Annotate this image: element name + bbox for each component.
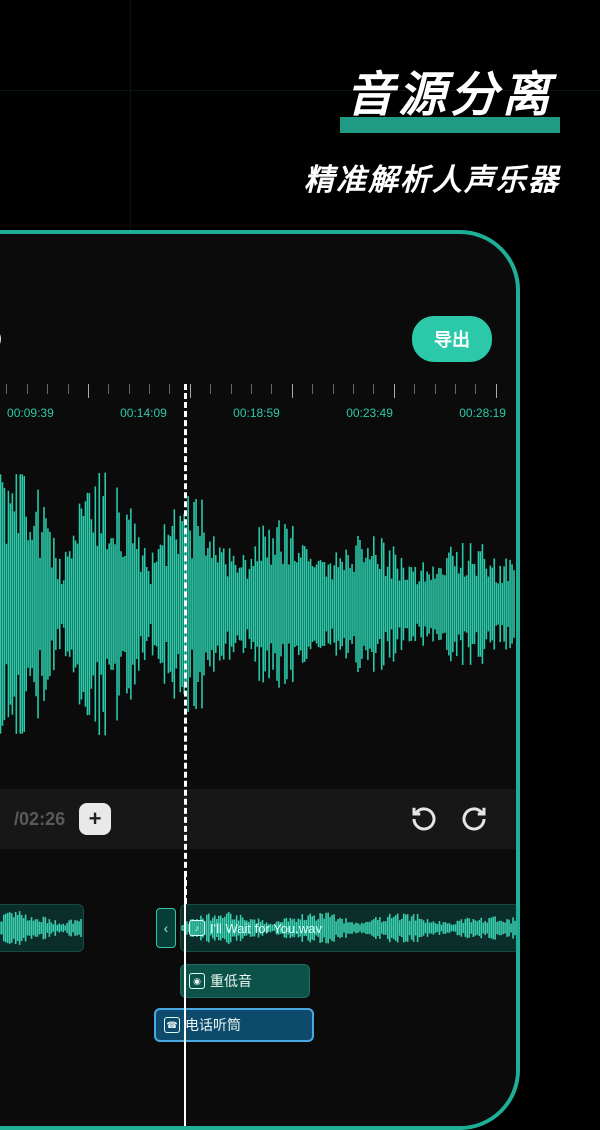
- audio-clip-right[interactable]: ♪I'll Wait for You.wav: [180, 904, 520, 952]
- time-label: 00:23:49: [346, 406, 393, 420]
- tracks-playhead[interactable]: [184, 874, 186, 1126]
- hero: 音源分离 精准解析人声乐器: [304, 55, 560, 199]
- playhead[interactable]: [184, 384, 187, 904]
- clip-trim-handle[interactable]: ‹: [156, 908, 176, 948]
- toolbar: 导出: [0, 314, 516, 364]
- time-label: 00:14:09: [120, 406, 167, 420]
- hero-title: 音源分离: [340, 55, 560, 129]
- zoom-in-button[interactable]: +: [79, 803, 111, 835]
- export-button[interactable]: 导出: [412, 316, 492, 362]
- undo-button[interactable]: [406, 801, 442, 837]
- main-waveform[interactable]: [0, 434, 516, 774]
- transport-bar: − 00:02/02:26 +: [0, 789, 516, 849]
- redo-button[interactable]: [456, 801, 492, 837]
- tracks-panel: ‹ ♪I'll Wait.wav ♪I'll Wait for You.wav …: [0, 874, 516, 1126]
- device-frame: 导出 00:04:69 00:09:39 00:14:09 00:18:59 0…: [0, 230, 520, 1130]
- effect-clip-bass[interactable]: ◉重低音: [180, 964, 310, 998]
- ruler-ticks: [0, 384, 516, 398]
- toolbar-left: [0, 322, 4, 356]
- time-label: 00:18:59: [233, 406, 280, 420]
- music-file-icon: ♪: [189, 920, 205, 936]
- clip-label: ◉重低音: [189, 971, 252, 991]
- clip-label: ♪I'll Wait for You.wav: [189, 920, 322, 936]
- time-label: 00:28:19: [459, 406, 506, 420]
- effect-clip-telephone[interactable]: ☎电话听筒: [154, 1008, 314, 1042]
- ruler-labels: 00:04:69 00:09:39 00:14:09 00:18:59 00:2…: [0, 406, 516, 420]
- timeline-ruler[interactable]: 00:04:69 00:09:39 00:14:09 00:18:59 00:2…: [0, 384, 516, 434]
- hero-subtitle: 精准解析人声乐器: [304, 155, 560, 199]
- clip-label: ☎电话听筒: [164, 1015, 241, 1035]
- phone-icon: ☎: [164, 1017, 180, 1033]
- audio-clip-left[interactable]: ♪I'll Wait.wav: [0, 904, 84, 952]
- time-total: /02:26: [14, 809, 65, 830]
- time-label: 00:09:39: [7, 406, 54, 420]
- speaker-icon: ◉: [189, 973, 205, 989]
- help-icon[interactable]: [0, 322, 4, 356]
